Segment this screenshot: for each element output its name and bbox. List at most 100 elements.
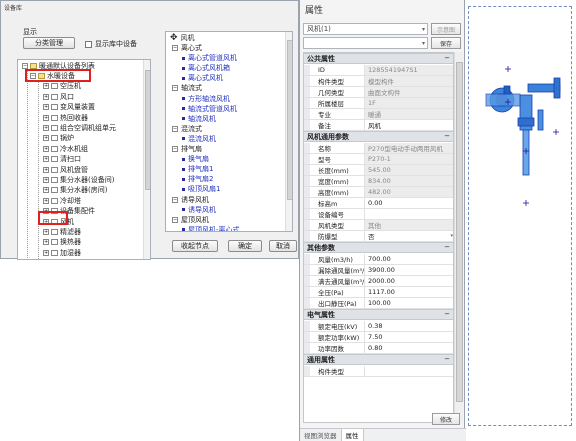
property-value[interactable]: 2000.00 [365, 276, 453, 286]
expand-icon[interactable]: + [43, 187, 49, 194]
sub-selector[interactable]: ▾ [303, 37, 428, 49]
device-group[interactable]: − 排气扇 [172, 144, 202, 154]
property-row[interactable]: 标高m 0.00 [304, 198, 453, 209]
property-row[interactable]: 防爆型否 ▾ [304, 231, 453, 242]
tab-properties[interactable]: 属性 [340, 429, 364, 441]
expand-icon[interactable]: + [43, 166, 49, 173]
collapse-icon[interactable]: − [172, 125, 178, 132]
collapse-nodes-button[interactable]: 收起节点 [172, 240, 218, 252]
tree-item[interactable]: + 精滤器 [43, 227, 81, 237]
scrollbar-thumb[interactable] [145, 70, 150, 190]
property-row[interactable]: 功率因数 0.80 [304, 343, 453, 354]
device-item[interactable]: 离心式风机箱 [182, 63, 230, 73]
tree-item[interactable]: + 热回收器 [43, 113, 88, 123]
collapse-icon[interactable]: − [444, 355, 450, 363]
property-row[interactable]: 构件类型 [304, 366, 453, 377]
scrollbar-thumb[interactable] [287, 40, 292, 200]
device-item[interactable]: 离心式管道风机 [182, 53, 237, 63]
collapse-icon[interactable]: − [172, 85, 178, 92]
device-group[interactable]: − 轴流式 [172, 83, 202, 93]
device-item[interactable]: 吸顶风扇1 [182, 184, 220, 194]
property-row[interactable]: 额定电压(kV) 0.38 [304, 321, 453, 332]
expand-icon[interactable]: + [43, 104, 49, 111]
collapse-icon[interactable]: − [444, 54, 450, 62]
tree-item[interactable]: + 变风量装置 [43, 102, 95, 112]
property-row[interactable]: 备注 风机 [304, 120, 453, 131]
tree-item[interactable]: + 空压机 [43, 81, 81, 91]
device-item[interactable]: 排气扇1 [182, 164, 213, 174]
expand-icon[interactable]: + [43, 125, 49, 131]
section-header[interactable]: 电气属性 − [304, 309, 453, 320]
expand-icon[interactable]: + [43, 93, 49, 100]
collapse-icon[interactable]: − [172, 196, 178, 203]
expand-icon[interactable]: + [43, 239, 49, 246]
expand-icon[interactable]: + [43, 177, 49, 183]
device-group[interactable]: − 屋顶风机 [172, 215, 209, 225]
device-item[interactable]: 方形轴流风机 [182, 94, 230, 104]
tree-item[interactable]: + 锅炉 [43, 133, 74, 143]
property-value[interactable]: 0.38 [365, 321, 453, 331]
device-tree-scrollbar[interactable] [285, 32, 292, 231]
property-value[interactable]: 3900.00 [365, 265, 453, 275]
expand-icon[interactable]: + [43, 197, 49, 204]
model-viewport[interactable] [466, 0, 576, 441]
device-tree[interactable]: ✥ 风机 − 离心式 离心式管道风机 离心式风机箱 离心式风机 − 轴流式 方形轴流风机 轴流式… [165, 31, 293, 232]
property-row[interactable]: 额定功率(kW) 7.50 [304, 332, 453, 343]
tree-item[interactable]: + 集分水器(设备间) [43, 175, 114, 185]
property-row[interactable]: 风量(m3/h) 700.00 [304, 254, 453, 265]
device-group[interactable]: − 离心式 [172, 43, 202, 53]
cancel-button[interactable]: 取消 [269, 240, 297, 252]
tree-item[interactable]: + 冷水机组 [43, 144, 88, 154]
category-tree[interactable]: − 暖通默认设备列表 − 水暖设备 + 空压机 + 风口 + 变风量装置 + 热回收器 + 组合空调机… [17, 59, 151, 260]
device-group[interactable]: − 诱导风机 [172, 195, 209, 205]
expand-icon[interactable]: + [43, 156, 49, 163]
collapse-icon[interactable]: − [444, 243, 450, 251]
expand-icon[interactable]: + [43, 114, 49, 121]
property-value[interactable]: 风机 [365, 120, 453, 130]
property-grid[interactable]: 公共属性 − ID 1285541947S1 构件类型 模型构件 几何类型 曲面文构件 所属楼层… [303, 52, 454, 423]
device-item[interactable]: 轴流式管道风机 [182, 104, 237, 114]
expand-icon[interactable]: + [43, 145, 49, 152]
show-diagram-button[interactable]: 示意图 [431, 23, 461, 35]
tree-item[interactable]: + 风口 [43, 92, 74, 102]
tree-item[interactable]: + 加湿器 [43, 248, 81, 258]
collapse-icon[interactable]: − [172, 146, 178, 152]
property-value[interactable]: 700.00 [365, 254, 453, 264]
fan-3d-model[interactable] [466, 0, 576, 441]
collapse-icon[interactable]: − [172, 45, 178, 51]
show-library-option[interactable]: 显示库中设备 [85, 39, 137, 49]
section-header[interactable]: 其他参数 − [304, 242, 453, 253]
property-value[interactable]: 0.80 [365, 343, 453, 353]
device-group[interactable]: − 混流式 [172, 124, 202, 134]
property-select[interactable]: 否 ▾ [365, 231, 453, 241]
collapse-icon[interactable]: − [172, 216, 178, 223]
device-item[interactable]: 排气扇2 [182, 174, 213, 184]
tree-item[interactable]: +储水器 [43, 258, 81, 259]
tree-item[interactable]: + 清扫口 [43, 154, 81, 164]
section-header[interactable]: 风机通用参数 − [304, 131, 453, 142]
device-item[interactable]: 换气扇 [182, 154, 209, 164]
tree-item[interactable]: + 风机盘管 [43, 165, 88, 175]
tree-item[interactable]: + 冷却塔 [43, 196, 81, 206]
property-value[interactable]: 1117.00 [365, 287, 453, 297]
device-item[interactable]: 诱导风机 [182, 205, 216, 215]
show-library-checkbox[interactable] [85, 40, 92, 48]
modify-button[interactable]: 修改 [432, 413, 460, 425]
expand-icon[interactable]: + [43, 135, 49, 142]
expand-icon[interactable]: + [43, 249, 49, 256]
tree-item[interactable]: + 集分水器(房间) [43, 185, 107, 195]
collapse-icon[interactable]: − [444, 310, 450, 318]
property-value[interactable]: 7.50 [365, 332, 453, 342]
property-row[interactable]: 全压(Pa) 1117.00 [304, 287, 453, 298]
device-item[interactable]: 混流风机 [182, 134, 216, 144]
section-header[interactable]: 公共属性 − [304, 53, 453, 64]
device-tree-root[interactable]: ✥ 风机 [170, 33, 195, 43]
property-row[interactable]: 漏除通风量(m³/h)3900.00 [304, 265, 453, 276]
property-grid-scrollbar[interactable] [454, 52, 463, 423]
tree-item[interactable]: + 换热器 [43, 237, 81, 247]
property-value[interactable] [365, 209, 453, 219]
section-header[interactable]: 通用属性 − [304, 354, 453, 365]
property-value[interactable]: 100.00 [365, 298, 453, 308]
collapse-icon[interactable]: − [444, 132, 450, 140]
expand-icon[interactable]: + [43, 229, 49, 235]
